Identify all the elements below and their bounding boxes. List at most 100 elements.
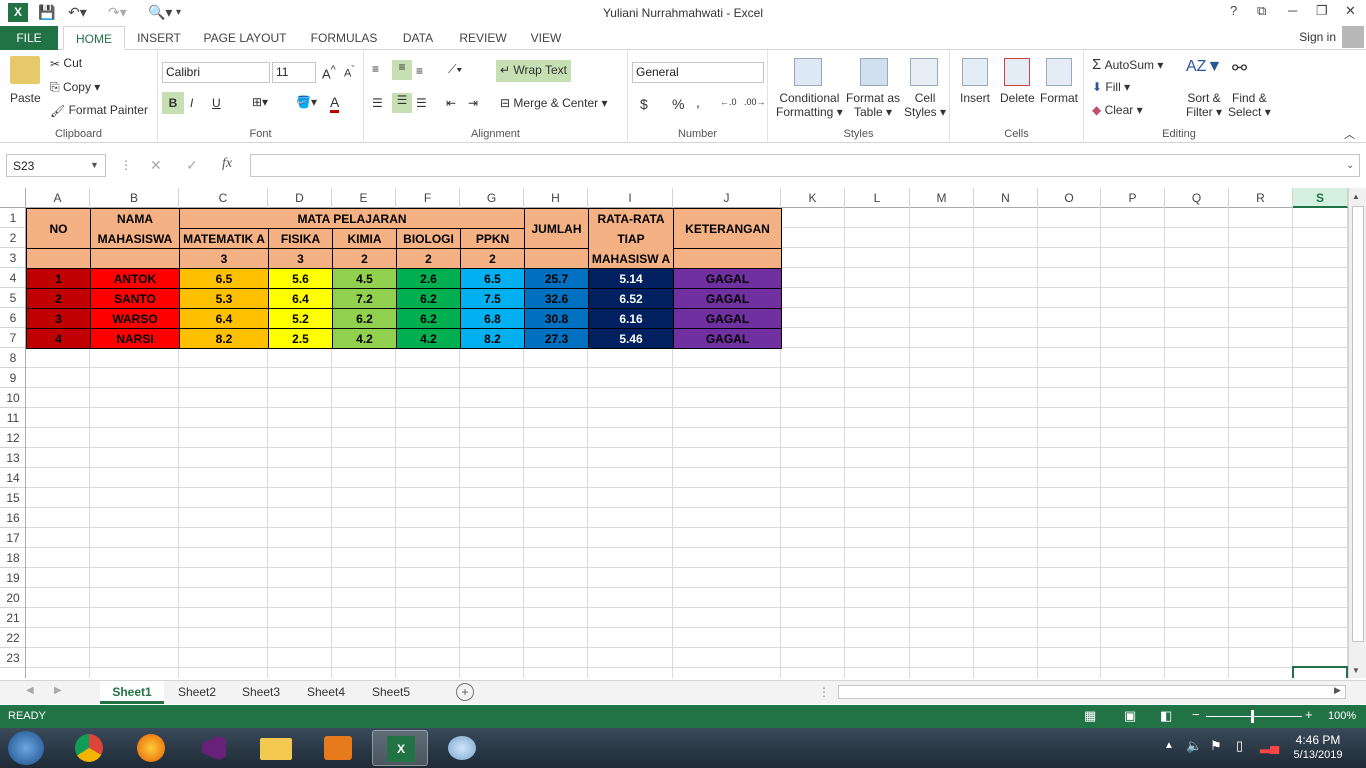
rata-cell[interactable]: 5.46 bbox=[588, 328, 674, 349]
paint-icon[interactable] bbox=[434, 730, 490, 766]
header-subject-5[interactable]: PPKN bbox=[460, 228, 525, 249]
row-header-19[interactable]: 19 bbox=[0, 568, 26, 588]
tab-insert[interactable]: INSERT bbox=[132, 26, 186, 50]
weight-cell[interactable]: 2 bbox=[460, 248, 525, 269]
format-as-table-button[interactable]: Format as Table ▾ bbox=[846, 91, 900, 119]
column-header-d[interactable]: D bbox=[268, 188, 332, 208]
tab-view[interactable]: VIEW bbox=[524, 26, 568, 50]
row-header-17[interactable]: 17 bbox=[0, 528, 26, 548]
row-header-22[interactable]: 22 bbox=[0, 628, 26, 648]
insert-button[interactable]: Insert bbox=[960, 91, 990, 105]
tab-formulas[interactable]: FORMULAS bbox=[305, 26, 383, 50]
jumlah-cell[interactable]: 27.3 bbox=[524, 328, 589, 349]
media-player-icon[interactable] bbox=[310, 730, 366, 766]
cancel-icon[interactable]: ✕ bbox=[150, 157, 162, 174]
name-cell[interactable]: SANTO bbox=[90, 288, 180, 309]
sort-filter-icon[interactable]: AZ▼ bbox=[1186, 58, 1222, 76]
header-subject-3[interactable]: KIMIA bbox=[332, 228, 397, 249]
header-subject-2[interactable]: FISIKA bbox=[268, 228, 333, 249]
start-button-icon[interactable] bbox=[8, 731, 44, 765]
column-header-b[interactable]: B bbox=[90, 188, 179, 208]
sort-filter-button[interactable]: Sort & Filter ▾ bbox=[1186, 91, 1222, 119]
sign-in-link[interactable]: Sign in bbox=[1299, 30, 1336, 44]
system-clock[interactable]: 4:46 PM 5/13/2019 bbox=[1286, 733, 1350, 761]
column-header-l[interactable]: L bbox=[845, 188, 910, 208]
weight-cell[interactable]: 3 bbox=[179, 248, 269, 269]
align-right-icon[interactable]: ☰ bbox=[416, 96, 427, 110]
enter-icon[interactable]: ✓ bbox=[186, 157, 198, 174]
name-cell[interactable]: WARSO bbox=[90, 308, 180, 329]
percent-button[interactable]: % bbox=[672, 96, 684, 112]
font-color-icon[interactable]: A bbox=[330, 94, 340, 113]
clear-button[interactable]: ◆ Clear ▾ bbox=[1092, 103, 1143, 117]
score-cell[interactable]: 6.4 bbox=[268, 288, 333, 309]
format-cells-icon[interactable] bbox=[1046, 58, 1072, 86]
tab-split-handle-icon[interactable]: ⋮ bbox=[818, 685, 830, 699]
zoom-level[interactable]: 100% bbox=[1328, 710, 1356, 722]
borders-icon[interactable]: ⊞▾ bbox=[252, 95, 268, 109]
font-family-select[interactable]: Calibri bbox=[162, 62, 270, 83]
row-header-21[interactable]: 21 bbox=[0, 608, 26, 628]
decrease-decimal-icon[interactable]: .00→ bbox=[744, 97, 766, 107]
blank-j3[interactable] bbox=[673, 248, 782, 269]
row-header-7[interactable]: 7 bbox=[0, 328, 26, 348]
add-sheet-icon[interactable]: + bbox=[456, 683, 474, 701]
rata-cell[interactable]: 6.16 bbox=[588, 308, 674, 329]
name-cell[interactable]: ANTOK bbox=[90, 268, 180, 289]
row-header-8[interactable]: 8 bbox=[0, 348, 26, 368]
font-size-select[interactable]: 11 bbox=[272, 62, 316, 83]
keterangan-cell[interactable]: GAGAL bbox=[673, 328, 782, 349]
visual-studio-icon[interactable] bbox=[186, 730, 242, 766]
zoom-slider-thumb[interactable] bbox=[1251, 710, 1254, 723]
header-jumlah[interactable]: JUMLAH bbox=[524, 208, 589, 249]
tab-review[interactable]: REVIEW bbox=[455, 26, 511, 50]
row-header-18[interactable]: 18 bbox=[0, 548, 26, 568]
user-avatar-icon[interactable] bbox=[1342, 26, 1364, 48]
keterangan-cell[interactable]: GAGAL bbox=[673, 288, 782, 309]
firefox-icon[interactable] bbox=[124, 730, 180, 766]
score-cell[interactable]: 6.2 bbox=[332, 308, 397, 329]
header-subject-1[interactable]: MATEMATIK A bbox=[179, 228, 269, 249]
middle-align-icon[interactable]: ≡ bbox=[392, 60, 412, 80]
conditional-formatting-icon[interactable] bbox=[794, 58, 822, 86]
next-sheet-icon[interactable]: ▶ bbox=[54, 685, 62, 696]
format-as-table-icon[interactable] bbox=[860, 58, 888, 86]
score-cell[interactable]: 2.6 bbox=[396, 268, 461, 289]
paste-icon[interactable] bbox=[10, 56, 40, 84]
column-header-f[interactable]: F bbox=[396, 188, 460, 208]
horizontal-scrollbar[interactable] bbox=[838, 685, 1346, 699]
top-align-icon[interactable]: ≡ bbox=[372, 62, 379, 76]
column-header-k[interactable]: K bbox=[781, 188, 845, 208]
row-header-20[interactable]: 20 bbox=[0, 588, 26, 608]
blank-a3[interactable] bbox=[26, 248, 91, 269]
tray-expand-icon[interactable]: ▲ bbox=[1164, 740, 1174, 751]
score-cell[interactable]: 8.2 bbox=[179, 328, 269, 349]
italic-button[interactable]: I bbox=[190, 96, 193, 110]
conditional-formatting-button[interactable]: Conditional Formatting ▾ bbox=[776, 91, 843, 119]
header-keterangan[interactable]: KETERANGAN bbox=[673, 208, 782, 249]
jumlah-cell[interactable]: 25.7 bbox=[524, 268, 589, 289]
row-header-16[interactable]: 16 bbox=[0, 508, 26, 528]
copy-button[interactable]: ⎘ Copy ▾ bbox=[50, 80, 100, 95]
vertical-scrollbar[interactable]: ▲ ▼ bbox=[1348, 188, 1366, 678]
minimize-icon[interactable]: ─ bbox=[1288, 3, 1297, 18]
autosum-button[interactable]: Σ AutoSum ▾ bbox=[1092, 56, 1163, 73]
row-header-6[interactable]: 6 bbox=[0, 308, 26, 328]
file-explorer-icon[interactable] bbox=[248, 730, 304, 766]
name-cell[interactable]: NARSI bbox=[90, 328, 180, 349]
column-header-s[interactable]: S bbox=[1293, 188, 1348, 208]
score-cell[interactable]: 6.2 bbox=[396, 308, 461, 329]
score-cell[interactable]: 4.5 bbox=[332, 268, 397, 289]
header-no[interactable]: NO bbox=[26, 208, 91, 249]
no-cell[interactable]: 3 bbox=[26, 308, 91, 329]
chrome-icon[interactable] bbox=[62, 730, 118, 766]
cell-styles-icon[interactable] bbox=[910, 58, 938, 86]
sheet-tab-3[interactable]: Sheet3 bbox=[230, 681, 292, 704]
sheet-tab-4[interactable]: Sheet4 bbox=[295, 681, 357, 704]
comma-button[interactable]: , bbox=[696, 94, 700, 110]
close-icon[interactable]: ✕ bbox=[1345, 3, 1356, 19]
page-layout-view-icon[interactable]: ▣ bbox=[1124, 708, 1136, 724]
no-cell[interactable]: 2 bbox=[26, 288, 91, 309]
column-header-p[interactable]: P bbox=[1101, 188, 1165, 208]
fill-color-icon[interactable]: 🪣▾ bbox=[296, 95, 317, 109]
